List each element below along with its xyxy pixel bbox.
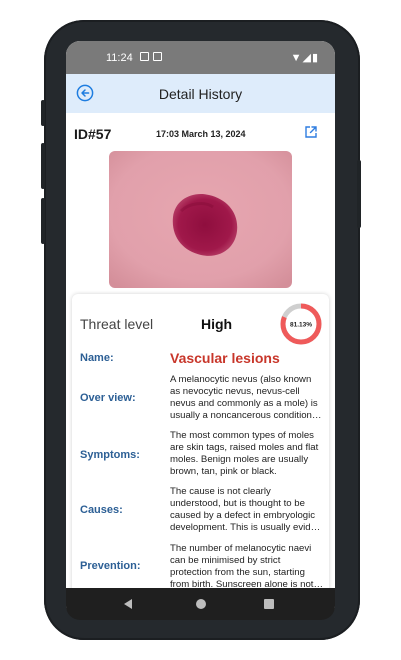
gallery-icon: [153, 52, 162, 61]
causes-label: Causes:: [80, 504, 123, 516]
threat-percent-ring: 81.13%: [280, 303, 322, 345]
overview-label: Over view:: [80, 392, 136, 404]
threat-level-value: High: [201, 316, 233, 332]
symptoms-label: Symptoms:: [80, 449, 140, 461]
overview-text: A melanocytic nevus (also known as nevoc…: [170, 374, 323, 421]
system-nav-bar: [66, 588, 335, 620]
detail-card: Threat level High 81.13% Name: Vascular …: [72, 294, 329, 619]
nav-back-icon[interactable]: [124, 599, 132, 609]
causes-text: The cause is not clearly understood, but…: [170, 486, 324, 533]
nav-recents-icon[interactable]: [264, 599, 274, 609]
symptoms-text: The most common types of moles are skin …: [170, 430, 319, 477]
notification-icon: [140, 52, 149, 61]
share-icon[interactable]: [304, 125, 318, 139]
status-time: 11:24: [106, 52, 133, 64]
phone-side-button: [41, 143, 45, 189]
phone-side-button: [41, 100, 45, 126]
lesion-image: [109, 151, 292, 288]
signal-battery-icon: ▼◢▮: [290, 52, 319, 64]
phone-side-button: [41, 198, 45, 244]
page-title: Detail History: [158, 86, 243, 102]
lesion-photo: [109, 151, 292, 288]
name-value: Vascular lesions: [170, 350, 280, 366]
record-datetime: 17:03 March 13, 2024: [156, 129, 246, 139]
prevention-text: The number of melanocytic naevi can be m…: [170, 543, 314, 590]
record-id: ID#57: [74, 126, 112, 142]
nav-home-icon[interactable]: [196, 599, 206, 609]
name-label: Name:: [80, 352, 114, 364]
status-bar: 11:24 ▼◢▮: [66, 41, 335, 74]
threat-percent-text: 81.13%: [290, 322, 312, 329]
prevention-label: Prevention:: [80, 560, 141, 572]
app-screen: 11:24 ▼◢▮ Detail History ID#57 17:03 Mar…: [66, 41, 335, 619]
app-bar: Detail History: [66, 74, 335, 113]
phone-power-button: [357, 160, 361, 228]
threat-level-label: Threat level: [80, 316, 154, 332]
